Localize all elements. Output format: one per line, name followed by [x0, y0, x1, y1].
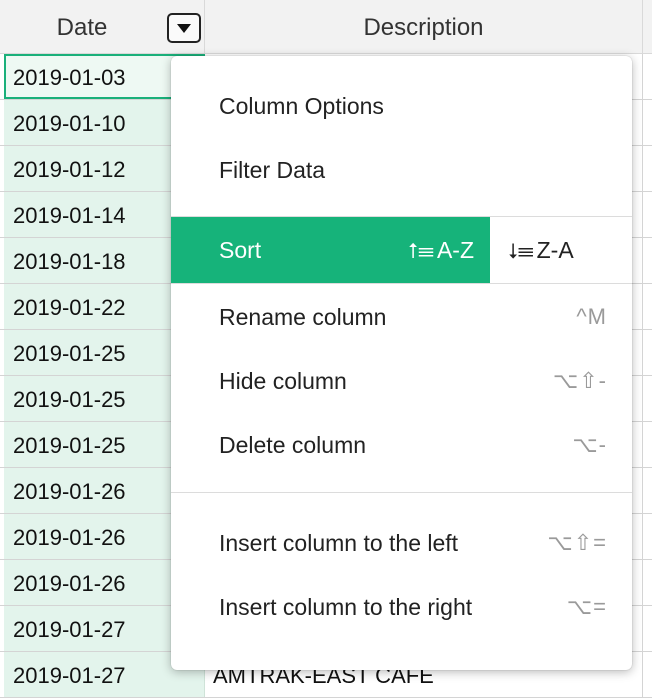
sort-label: Sort — [219, 237, 262, 263]
menu-item-rename-column[interactable]: Rename column ^M — [171, 285, 632, 349]
menu-item-column-options[interactable]: Column Options — [171, 74, 632, 138]
menu-item-hide-column[interactable]: Hide column ⌥⇧- — [171, 349, 632, 413]
menu-item-label: Column Options — [219, 93, 384, 119]
column-header-description[interactable]: Description — [205, 0, 643, 53]
menu-item-insert-column-right[interactable]: Insert column to the right ⌥= — [171, 575, 632, 639]
menu-divider — [171, 492, 632, 493]
menu-item-label: Insert column to the left — [219, 530, 459, 556]
column-header-row: Date Description — [0, 0, 652, 54]
column-header-date-label: Date — [56, 14, 108, 41]
menu-item-label: Filter Data — [219, 157, 326, 183]
menu-item-delete-column[interactable]: Delete column ⌥- — [171, 413, 632, 477]
sort-z-a-label: Z-A — [536, 237, 574, 263]
sort-descending-icon: ⭣☰ — [508, 240, 534, 263]
shortcut-label: ⌥⇧- — [552, 368, 607, 393]
menu-item-filter-data[interactable]: Filter Data — [171, 138, 632, 202]
sort-a-z-label: A-Z — [436, 237, 474, 263]
sort-a-z-button[interactable]: Sort ⭡☰ A-Z — [171, 217, 490, 283]
menu-item-label: Delete column — [219, 432, 367, 458]
column-menu-button[interactable] — [167, 13, 201, 43]
shortcut-label: ⌥= — [566, 594, 607, 619]
column-header-description-label: Description — [363, 14, 484, 41]
menu-divider — [171, 283, 632, 284]
column-context-menu: Column Options Filter Data Sort ⭡☰ A-Z ⭣☰… — [171, 56, 632, 670]
menu-sort-row: Sort ⭡☰ A-Z ⭣☰ Z-A — [171, 217, 632, 283]
dropdown-triangle-icon — [177, 24, 191, 33]
shortcut-label: ^M — [576, 304, 607, 329]
column-header-next[interactable] — [643, 0, 652, 53]
sort-ascending-icon: ⭡☰ — [408, 240, 434, 263]
menu-item-label: Insert column to the right — [219, 594, 473, 620]
sort-z-a-button[interactable]: ⭣☰ Z-A — [490, 217, 632, 283]
menu-item-label: Hide column — [219, 368, 347, 394]
menu-item-label: Rename column — [219, 304, 387, 330]
menu-item-insert-column-left[interactable]: Insert column to the left ⌥⇧= — [171, 511, 632, 575]
shortcut-label: ⌥⇧= — [547, 530, 607, 555]
sort-z-a-group: ⭣☰ Z-A — [508, 217, 574, 285]
sort-a-z-group: ⭡☰ A-Z — [408, 217, 474, 285]
shortcut-label: ⌥- — [572, 432, 607, 457]
